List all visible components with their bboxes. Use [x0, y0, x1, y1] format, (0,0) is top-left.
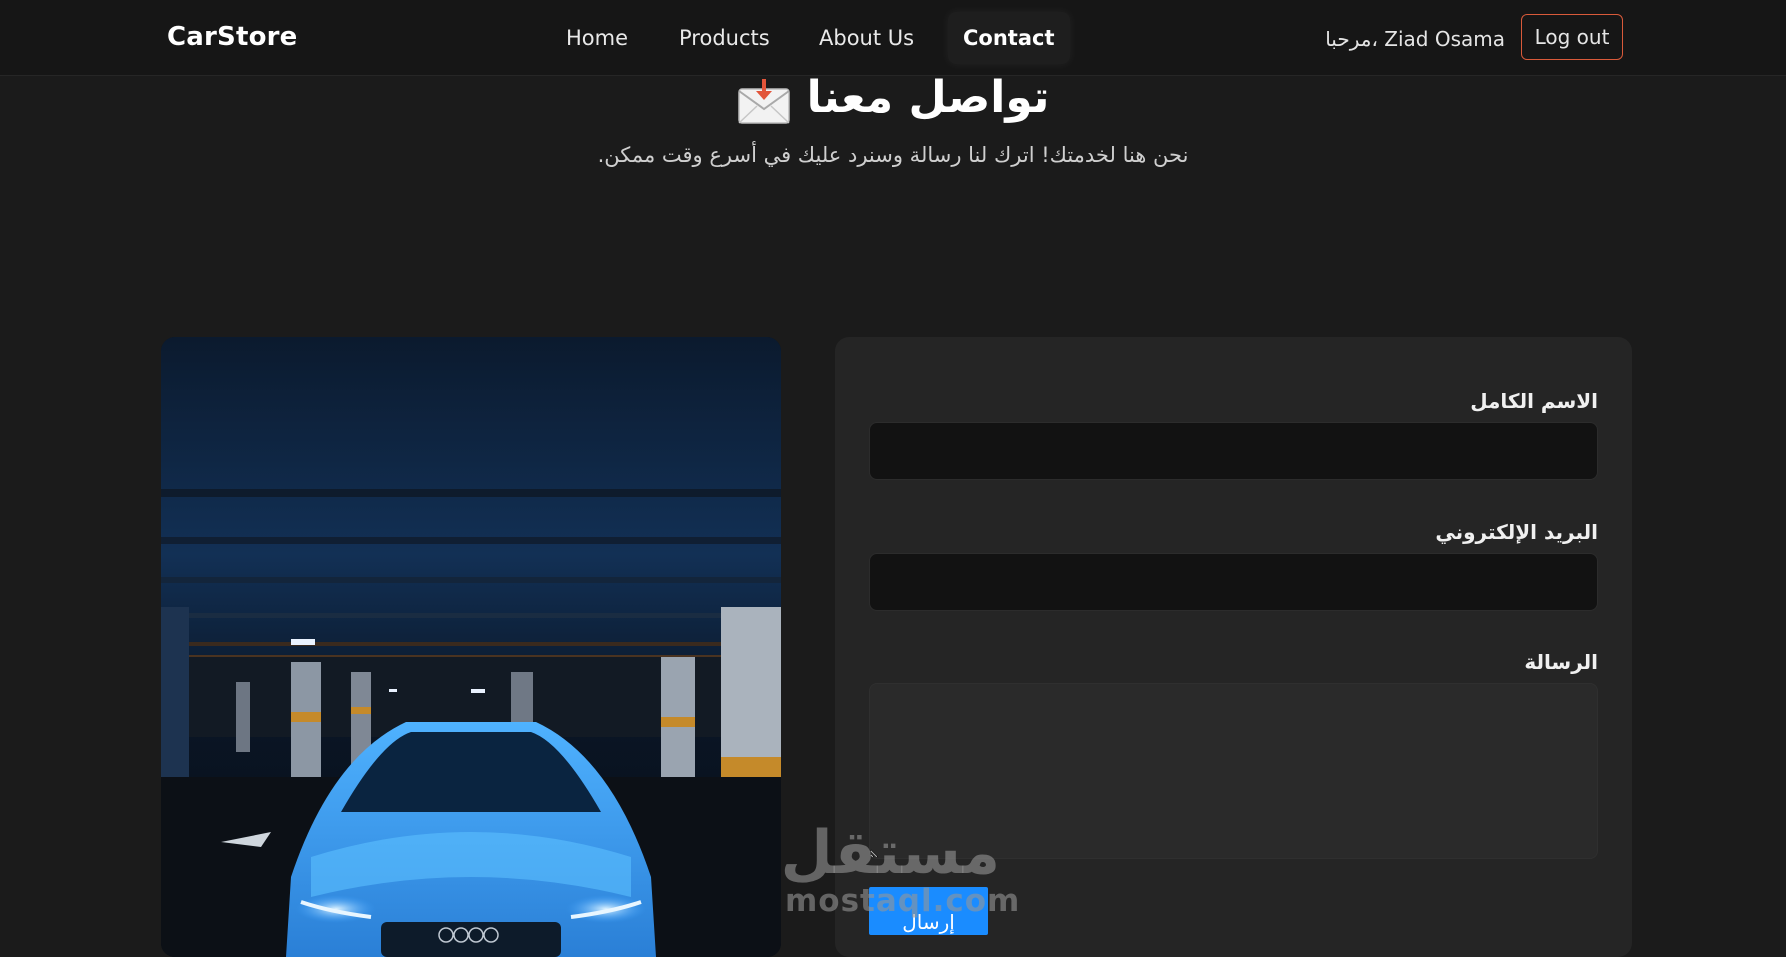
submit-button[interactable]: إرسال: [869, 887, 988, 935]
nav-link-contact[interactable]: Contact: [948, 12, 1070, 64]
email-input[interactable]: [869, 553, 1598, 611]
nav-link-home[interactable]: Home: [566, 26, 628, 50]
logout-button[interactable]: Log out: [1521, 14, 1623, 60]
hero-car-image: [161, 337, 781, 957]
page-title-block: تواصل معنا: [0, 72, 1786, 125]
message-label: الرسالة: [1524, 650, 1598, 674]
navbar: CarStore Home Products About Us Contact …: [0, 0, 1786, 76]
brand-logo[interactable]: CarStore: [167, 22, 298, 52]
nav-link-about-us[interactable]: About Us: [819, 26, 914, 50]
envelope-icon: [737, 78, 791, 125]
name-label: الاسم الكامل: [1470, 389, 1598, 413]
full-name-input[interactable]: [869, 422, 1598, 480]
contact-form: الاسم الكامل البريد الإلكتروني الرسالة إ…: [835, 337, 1632, 957]
email-label: البريد الإلكتروني: [1435, 520, 1598, 544]
user-greeting: مرحبا، Ziad Osama: [1325, 27, 1505, 51]
nav-link-products[interactable]: Products: [679, 26, 770, 50]
page-subtitle: نحن هنا لخدمتك! اترك لنا رسالة وسنرد علي…: [597, 143, 1189, 167]
message-textarea[interactable]: [869, 683, 1598, 859]
page-title: تواصل معنا: [806, 72, 1050, 123]
